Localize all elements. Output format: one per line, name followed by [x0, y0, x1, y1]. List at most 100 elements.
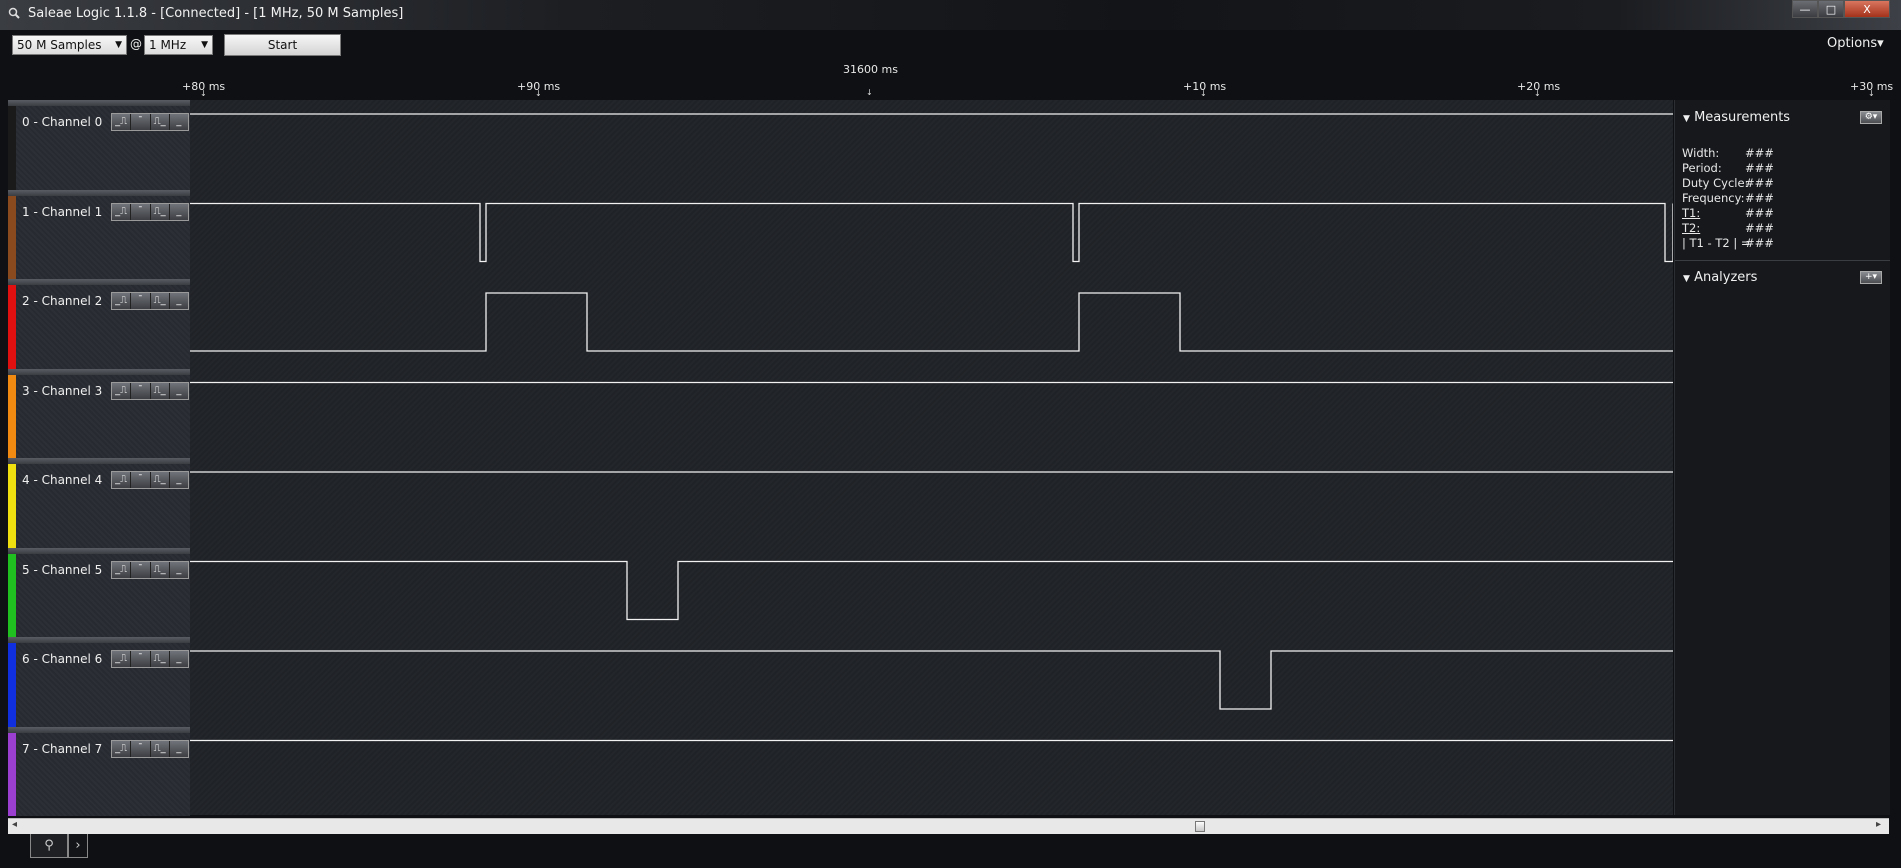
trigger-buttons: _⎍ ¯ ⎍_ _ — [111, 739, 189, 758]
falling-edge-trigger-button[interactable]: ⎍_ — [151, 114, 170, 130]
horizontal-scrollbar[interactable]: ◂ ▸ — [8, 818, 1889, 834]
channel-label-panel[interactable]: 7 - Channel 7 _⎍ ¯ ⎍_ _ — [8, 732, 190, 816]
low-trigger-button[interactable]: _ — [170, 651, 188, 667]
trigger-buttons: _⎍ ¯ ⎍_ _ — [111, 650, 189, 668]
measurement-value: ### — [1745, 191, 1774, 205]
samples-dropdown[interactable]: 50 M Samples ▼ — [12, 35, 127, 55]
gear-icon[interactable]: ⚙▾ — [1860, 111, 1882, 124]
high-trigger-button[interactable]: ¯ — [131, 561, 151, 578]
channel-color-strip — [8, 643, 16, 727]
channel-label-panel[interactable]: 1 - Channel 1 _⎍ ¯ ⎍_ _ — [8, 195, 190, 279]
high-trigger-button[interactable]: ¯ — [131, 382, 151, 399]
minimize-button[interactable]: — — [1792, 0, 1818, 18]
high-trigger-button[interactable]: ¯ — [131, 293, 151, 309]
trigger-buttons: _⎍ ¯ ⎍_ _ — [111, 113, 189, 131]
tab-search[interactable]: ⚲ — [30, 834, 68, 858]
measurement-value: ### — [1745, 206, 1774, 220]
measurement-label: Duty Cycle: — [1682, 176, 1749, 190]
falling-edge-trigger-button[interactable]: ⎍_ — [151, 561, 170, 578]
measurement-value: ### — [1745, 236, 1774, 250]
tick-mark: ↓ — [1200, 89, 1207, 98]
low-trigger-button[interactable]: _ — [170, 204, 188, 220]
trigger-buttons: _⎍ ¯ ⎍_ _ — [111, 471, 189, 489]
falling-edge-trigger-button[interactable]: ⎍_ — [151, 203, 170, 220]
search-icon: ⚲ — [44, 838, 54, 853]
tab-scripts[interactable]: › — [68, 834, 88, 858]
chevron-right-icon: › — [75, 838, 81, 853]
scroll-right-arrow[interactable]: ▸ — [1876, 819, 1881, 830]
measurement-row: T1: ### — [1682, 206, 1774, 220]
channel-name: 6 - Channel 6 — [22, 652, 103, 666]
falling-edge-trigger-button[interactable]: ⎍_ — [151, 472, 170, 488]
rising-edge-trigger-button[interactable]: _⎍ — [112, 114, 132, 130]
trigger-buttons: _⎍ ¯ ⎍_ _ — [111, 292, 189, 310]
measurement-row: Frequency: ### — [1682, 191, 1774, 205]
center-tick-mark: ↓ — [866, 88, 873, 97]
channel-label-panel[interactable]: 0 - Channel 0 _⎍ ¯ ⎍_ _ — [8, 106, 190, 190]
section-divider — [1675, 260, 1890, 261]
falling-edge-trigger-button[interactable]: ⎍_ — [151, 382, 170, 399]
measurement-label: | T1 - T2 | = — [1682, 236, 1751, 250]
measurement-label: Width: — [1682, 146, 1720, 160]
high-trigger-button[interactable]: ¯ — [131, 472, 151, 488]
channel-name: 4 - Channel 4 — [22, 473, 103, 487]
rising-edge-trigger-button[interactable]: _⎍ — [112, 740, 132, 757]
channel-color-strip — [8, 732, 16, 816]
rising-edge-trigger-button[interactable]: _⎍ — [112, 651, 132, 667]
rising-edge-trigger-button[interactable]: _⎍ — [112, 203, 132, 220]
scroll-thumb[interactable] — [1195, 821, 1205, 832]
channel-label-panel[interactable]: 6 - Channel 6 _⎍ ¯ ⎍_ _ — [8, 643, 190, 727]
rising-edge-trigger-button[interactable]: _⎍ — [112, 382, 132, 399]
low-trigger-button[interactable]: _ — [170, 741, 188, 757]
maximize-button[interactable]: □ — [1818, 0, 1844, 18]
add-analyzer-button[interactable]: +▾ — [1860, 271, 1882, 284]
falling-edge-trigger-button[interactable]: ⎍_ — [151, 293, 170, 309]
channel-name: 5 - Channel 5 — [22, 562, 103, 577]
scroll-left-arrow[interactable]: ◂ — [12, 819, 17, 830]
tick-mark: ↓ — [200, 89, 207, 98]
rising-edge-trigger-button[interactable]: _⎍ — [112, 472, 132, 488]
high-trigger-button[interactable]: ¯ — [131, 740, 151, 757]
channel-name: 3 - Channel 3 — [22, 383, 103, 398]
falling-edge-trigger-button[interactable]: ⎍_ — [151, 740, 170, 757]
sample-rate-dropdown[interactable]: 1 MHz ▼ — [144, 35, 213, 55]
falling-edge-trigger-button[interactable]: ⎍_ — [151, 651, 170, 667]
high-trigger-button[interactable]: ¯ — [131, 114, 151, 130]
tick-mark: ↓ — [535, 89, 542, 98]
rising-edge-trigger-button[interactable]: _⎍ — [112, 561, 132, 578]
window-title: Saleae Logic 1.1.8 - [Connected] - [1 MH… — [28, 6, 404, 21]
analyzers-header[interactable]: ▼ Analyzers — [1683, 270, 1757, 285]
low-trigger-button[interactable]: _ — [170, 293, 188, 309]
channel-label-panel[interactable]: 3 - Channel 3 _⎍ ¯ ⎍_ _ — [8, 374, 190, 458]
channel-label-panel[interactable]: 5 - Channel 5 _⎍ ¯ ⎍_ _ — [8, 553, 190, 637]
channel-label-panel[interactable]: 2 - Channel 2 _⎍ ¯ ⎍_ _ — [8, 285, 190, 369]
channel-color-strip — [8, 285, 16, 369]
magnifier-app-icon — [8, 7, 20, 19]
at-label: @ — [130, 37, 142, 51]
low-trigger-button[interactable]: _ — [170, 383, 188, 399]
channel-name: 7 - Channel 7 — [22, 741, 103, 756]
high-trigger-button[interactable]: ¯ — [131, 651, 151, 667]
low-trigger-button[interactable]: _ — [170, 562, 188, 578]
rising-edge-trigger-button[interactable]: _⎍ — [112, 293, 132, 309]
channel-color-strip — [8, 195, 16, 279]
options-button[interactable]: Options▾ — [1827, 36, 1884, 51]
measurement-row: T2: ### — [1682, 221, 1774, 235]
chevron-down-icon: ▼ — [115, 40, 122, 50]
close-button[interactable]: X — [1844, 0, 1890, 18]
channel-name: 1 - Channel 1 — [22, 204, 103, 219]
measurement-value: ### — [1745, 146, 1774, 160]
waveform-display[interactable] — [190, 100, 1673, 815]
collapse-triangle-icon: ▼ — [1683, 274, 1690, 284]
measurement-label: Frequency: — [1682, 191, 1745, 205]
measurement-row: Width: ### — [1682, 146, 1774, 160]
start-button[interactable]: Start — [224, 34, 341, 56]
low-trigger-button[interactable]: _ — [170, 472, 188, 488]
center-time-label: 31600 ms — [843, 63, 898, 76]
channel-label-panel[interactable]: 4 - Channel 4 _⎍ ¯ ⎍_ _ — [8, 464, 190, 548]
measurement-row: Period: ### — [1682, 161, 1774, 175]
high-trigger-button[interactable]: ¯ — [131, 203, 151, 220]
trigger-buttons: _⎍ ¯ ⎍_ _ — [111, 202, 189, 221]
measurements-header[interactable]: ▼ Measurements — [1683, 110, 1790, 125]
low-trigger-button[interactable]: _ — [170, 114, 188, 130]
